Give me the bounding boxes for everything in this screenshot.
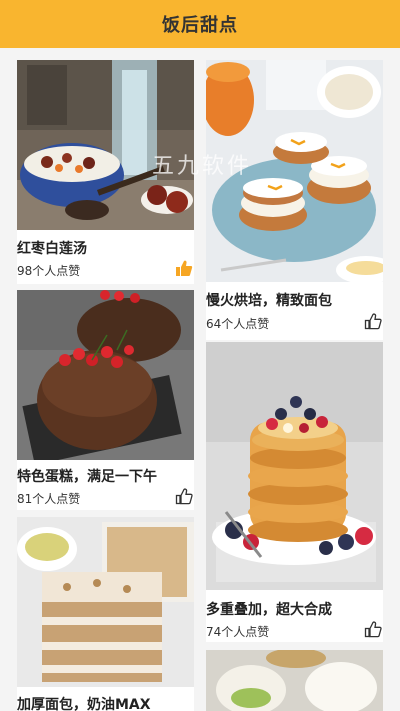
recipe-image [17,290,194,460]
page-title: 饭后甜点 [162,15,238,36]
recipe-card[interactable]: 特色蛋糕，满足一下午 81个人点赞 [17,290,194,510]
like-count: 64个人点赞 [206,317,270,331]
recipe-image [17,60,194,230]
recipe-card[interactable]: 多重叠加，超大合成 74个人点赞 [206,342,383,642]
app-header: 饭后甜点 [0,0,400,48]
recipe-title: 红枣白莲汤 [17,241,87,257]
recipe-title: 加厚面包，奶油MAX [17,697,151,711]
thumbs-up-icon[interactable] [175,259,193,277]
recipe-image [206,60,383,282]
recipe-card[interactable]: 加厚面包，奶油MAX [17,517,194,711]
like-count: 74个人点赞 [206,625,270,639]
thumbs-up-icon[interactable] [364,312,382,330]
recipe-title: 多重叠加，超大合成 [206,602,332,618]
recipe-image [206,342,383,590]
recipe-card[interactable] [206,650,383,711]
like-count: 81个人点赞 [17,492,81,506]
thumbs-up-icon[interactable] [364,620,382,638]
recipe-title: 特色蛋糕，满足一下午 [17,469,157,485]
thumbs-up-icon[interactable] [175,487,193,505]
recipe-card[interactable]: 红枣白莲汤 98个人点赞 [17,60,194,284]
recipe-title: 慢火烘培，精致面包 [206,293,332,309]
recipe-image [206,650,383,711]
like-count: 98个人点赞 [17,264,81,278]
recipe-image [17,517,194,687]
recipe-card[interactable]: 慢火烘培，精致面包 64个人点赞 [206,60,383,340]
